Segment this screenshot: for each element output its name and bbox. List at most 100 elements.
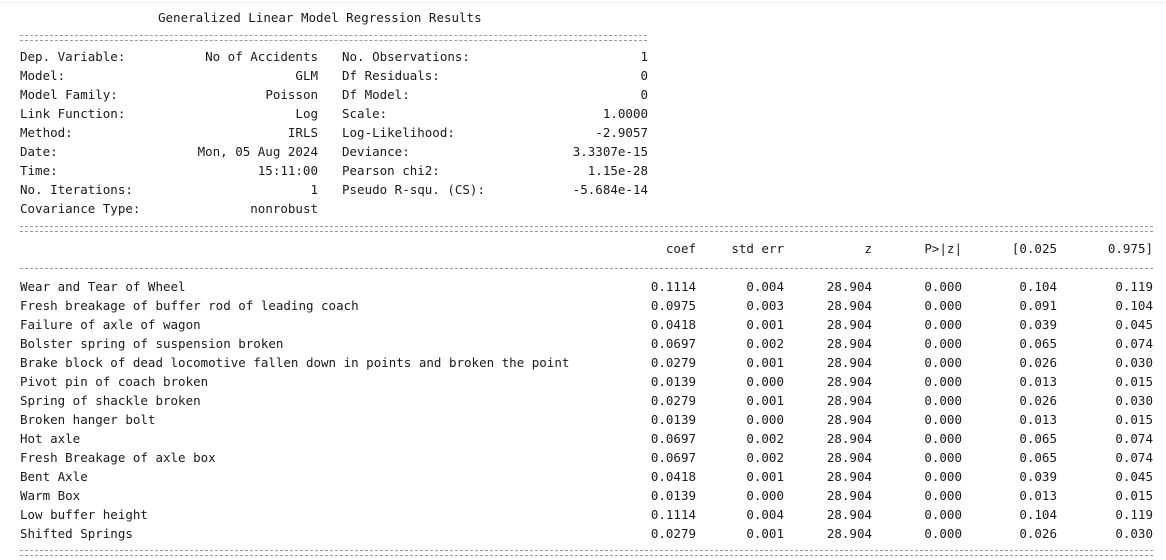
coef-cell: 0.065 bbox=[1019, 450, 1057, 465]
coef-cell: 0.000 bbox=[924, 469, 962, 484]
variable-name: Shifted Springs bbox=[20, 526, 133, 541]
coef-cell: 0.000 bbox=[924, 507, 962, 522]
info-value: nonrobust bbox=[250, 201, 318, 216]
coef-table-row: Pivot pin of coach broken 0.0139 0.000 28.9… bbox=[0, 372, 1166, 391]
variable-name: Broken hanger bolt bbox=[20, 412, 156, 427]
column-header: z bbox=[864, 241, 872, 256]
coef-cell: 0.001 bbox=[746, 393, 784, 408]
coef-cell: 0.003 bbox=[746, 298, 784, 313]
coef-cell: 28.904 bbox=[826, 526, 872, 541]
variable-name: Wear and Tear of Wheel bbox=[20, 279, 186, 294]
coef-cell: 0.000 bbox=[746, 488, 784, 503]
info-right-row: Pseudo R-squ. (CS): -5.684e-14 bbox=[0, 180, 1166, 199]
info-value: 0 bbox=[640, 87, 648, 102]
coef-cell: 0.000 bbox=[924, 374, 962, 389]
coef-cell: 0.002 bbox=[746, 336, 784, 351]
info-label: Pearson chi2: bbox=[342, 163, 440, 178]
coef-cell: 0.039 bbox=[1019, 469, 1057, 484]
variable-name: Spring of shackle broken bbox=[20, 393, 201, 408]
variable-name: Low buffer height bbox=[20, 507, 148, 522]
coef-cell: 0.045 bbox=[1115, 469, 1153, 484]
coef-cell: 0.119 bbox=[1115, 279, 1153, 294]
coef-cell: 0.104 bbox=[1019, 279, 1057, 294]
coef-cell: 0.000 bbox=[924, 431, 962, 446]
info-right-row: Df Model: 0 bbox=[0, 85, 1166, 104]
coef-table-row: Spring of shackle broken 0.0279 0.001 28.90… bbox=[0, 391, 1166, 410]
coef-cell: 0.001 bbox=[746, 317, 784, 332]
variable-name: Warm Box bbox=[20, 488, 81, 503]
info-label: Covariance Type: bbox=[20, 201, 141, 216]
variable-name: Pivot pin of coach broken bbox=[20, 374, 209, 389]
coef-table-row: Wear and Tear of Wheel 0.1114 0.004 28.904 0… bbox=[0, 277, 1166, 296]
coef-cell: 0.0418 bbox=[650, 469, 696, 484]
coef-cell: 0.000 bbox=[746, 412, 784, 427]
info-value: 1 bbox=[640, 49, 648, 64]
variable-name: Failure of axle of wagon bbox=[20, 317, 201, 332]
coef-table-row: Bolster spring of suspension broken 0.069… bbox=[0, 334, 1166, 353]
coef-cell: 0.026 bbox=[1019, 526, 1057, 541]
coef-table-row: Shifted Springs 0.0279 0.001 28.904 0.000 0.0… bbox=[0, 524, 1166, 543]
coef-cell: 28.904 bbox=[826, 393, 872, 408]
coef-cell: 0.001 bbox=[746, 526, 784, 541]
column-header: std err bbox=[731, 241, 784, 256]
coef-cell: 0.0139 bbox=[650, 374, 696, 389]
variable-name: Hot axle bbox=[20, 431, 81, 446]
coef-cell: 0.119 bbox=[1115, 507, 1153, 522]
coef-cell: 0.045 bbox=[1115, 317, 1153, 332]
coef-cell: 0.065 bbox=[1019, 336, 1057, 351]
info-label: Deviance: bbox=[342, 144, 410, 159]
coef-cell: 28.904 bbox=[826, 298, 872, 313]
column-header: [0.025 bbox=[1011, 241, 1057, 256]
info-label: Log-Likelihood: bbox=[342, 125, 455, 140]
coef-table-row: Fresh breakage of buffer rod of leading … bbox=[0, 296, 1166, 315]
coef-cell: 0.000 bbox=[924, 336, 962, 351]
info-value: -5.684e-14 bbox=[572, 182, 648, 197]
results-title: Generalized Linear Model Regression Resu… bbox=[158, 10, 482, 25]
coef-cell: 0.030 bbox=[1115, 526, 1153, 541]
coef-cell: 28.904 bbox=[826, 336, 872, 351]
coef-cell: 0.1114 bbox=[650, 507, 696, 522]
info-right-row: Df Residuals: 0 bbox=[0, 66, 1166, 85]
coef-cell: 0.000 bbox=[924, 488, 962, 503]
coef-cell: 28.904 bbox=[826, 355, 872, 370]
coef-cell: 0.0697 bbox=[650, 450, 696, 465]
coef-table-row: Brake block of dead locomotive fallen do… bbox=[0, 353, 1166, 372]
coef-cell: 28.904 bbox=[826, 412, 872, 427]
column-header: 0.975] bbox=[1107, 241, 1153, 256]
coef-cell: 0.000 bbox=[924, 279, 962, 294]
coef-table-row: Low buffer height 0.1114 0.004 28.904 0.000 0… bbox=[0, 505, 1166, 524]
coef-cell: 0.0139 bbox=[650, 412, 696, 427]
info-label: Pseudo R-squ. (CS): bbox=[342, 182, 485, 197]
coef-cell: 0.0279 bbox=[650, 355, 696, 370]
variable-name: Fresh breakage of buffer rod of leading … bbox=[20, 298, 359, 313]
info-label: Df Residuals: bbox=[342, 68, 440, 83]
coef-table-row: Warm Box 0.0139 0.000 28.904 0.000 0.013 0.015 bbox=[0, 486, 1166, 505]
coef-cell: 0.002 bbox=[746, 450, 784, 465]
info-label: No. Observations: bbox=[342, 49, 470, 64]
coef-cell: 28.904 bbox=[826, 279, 872, 294]
info-right-row: No. Observations: 1 bbox=[0, 47, 1166, 66]
coef-table-top-rule bbox=[20, 226, 1153, 232]
summary-top-rule bbox=[20, 35, 647, 41]
coef-cell: 0.030 bbox=[1115, 355, 1153, 370]
coef-header-rule bbox=[20, 268, 1153, 269]
coef-cell: 0.104 bbox=[1115, 298, 1153, 313]
coef-cell: 0.000 bbox=[924, 412, 962, 427]
coef-cell: 28.904 bbox=[826, 469, 872, 484]
coef-cell: 0.0139 bbox=[650, 488, 696, 503]
coef-table-row: Bent Axle 0.0418 0.001 28.904 0.000 0.039 0.04… bbox=[0, 467, 1166, 486]
variable-name: Brake block of dead locomotive fallen do… bbox=[20, 355, 570, 370]
coef-cell: 0.026 bbox=[1019, 393, 1057, 408]
variable-name: Bent Axle bbox=[20, 469, 88, 484]
info-right-row: Deviance: 3.3307e-15 bbox=[0, 142, 1166, 161]
info-value: -2.9057 bbox=[595, 125, 648, 140]
coef-cell: 0.039 bbox=[1019, 317, 1057, 332]
coef-cell: 28.904 bbox=[826, 450, 872, 465]
coef-cell: 0.026 bbox=[1019, 355, 1057, 370]
variable-name: Fresh Breakage of axle box bbox=[20, 450, 216, 465]
coef-cell: 0.074 bbox=[1115, 431, 1153, 446]
coef-table-row: Broken hanger bolt 0.0139 0.000 28.904 0.000… bbox=[0, 410, 1166, 429]
info-value: 1.15e-28 bbox=[587, 163, 648, 178]
info-value: 1.0000 bbox=[602, 106, 648, 121]
coef-cell: 0.0279 bbox=[650, 526, 696, 541]
